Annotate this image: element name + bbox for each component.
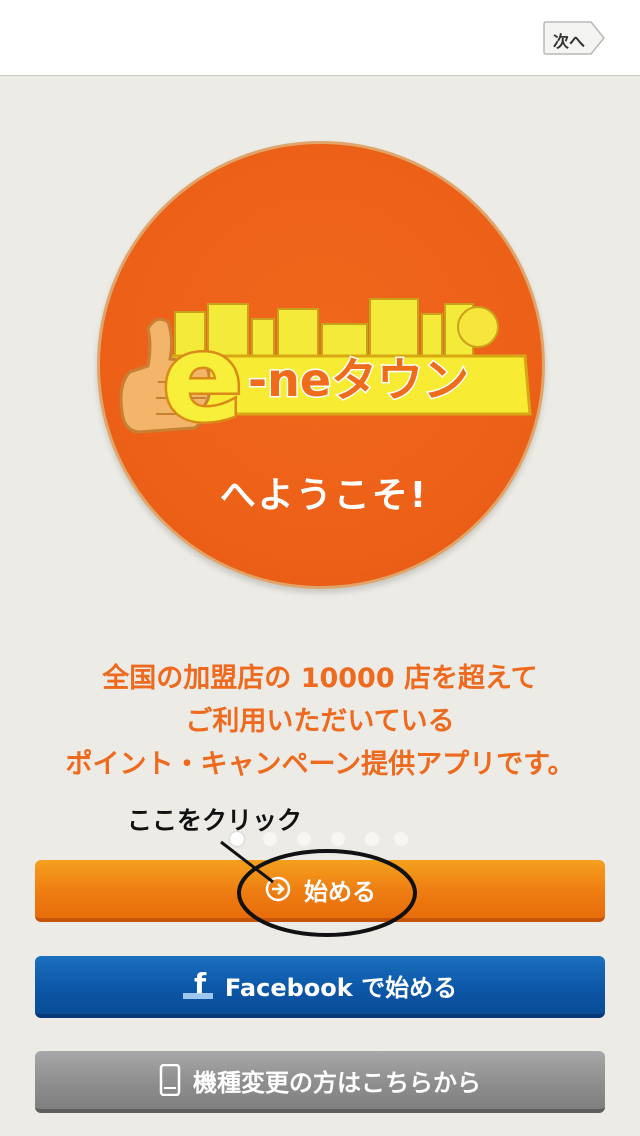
page-dot[interactable] bbox=[365, 832, 379, 846]
page-dot[interactable] bbox=[297, 832, 311, 846]
svg-text:f: f bbox=[194, 969, 207, 1000]
device-change-button[interactable]: 機種変更の方はこちらから bbox=[35, 1051, 605, 1113]
facebook-icon: f bbox=[182, 969, 213, 1000]
description-line-2: ご利用いただいている bbox=[185, 706, 455, 737]
top-bar: 次へ bbox=[0, 0, 640, 76]
start-button-label: 始める bbox=[304, 877, 376, 906]
app-description: 全国の加盟店の 10000 店を超えて ご利用いただいている ポイント・キャンペ… bbox=[0, 657, 640, 786]
next-button-label: 次へ bbox=[553, 32, 586, 51]
page-dot[interactable] bbox=[263, 832, 277, 846]
arrow-right-circle-icon bbox=[265, 876, 291, 902]
logo-e-text: e bbox=[162, 310, 243, 449]
app-logo-circle: e -neタウン へようこそ! bbox=[97, 141, 545, 589]
welcome-heading: へようこそ! bbox=[219, 475, 429, 516]
description-line-3: ポイント・キャンペーン提供アプリです。 bbox=[65, 749, 575, 780]
logo-suffix-text: -neタウン bbox=[248, 353, 469, 407]
start-button[interactable]: 始める bbox=[35, 860, 605, 922]
page-dot[interactable] bbox=[394, 832, 408, 846]
e-ne-town-logo: e -neタウン bbox=[119, 298, 532, 452]
click-here-annotation: ここをクリック bbox=[127, 806, 303, 835]
facebook-button-label: Facebook で始める bbox=[224, 973, 458, 1002]
page-dot[interactable] bbox=[230, 832, 244, 846]
next-button[interactable]: 次へ bbox=[543, 21, 605, 55]
description-line-1: 全国の加盟店の 10000 店を超えて bbox=[102, 663, 538, 694]
page-dot[interactable] bbox=[331, 832, 345, 846]
device-change-button-label: 機種変更の方はこちらから bbox=[193, 1068, 481, 1097]
smartphone-icon bbox=[159, 1064, 181, 1096]
facebook-start-button[interactable]: f Facebook で始める bbox=[35, 956, 605, 1018]
